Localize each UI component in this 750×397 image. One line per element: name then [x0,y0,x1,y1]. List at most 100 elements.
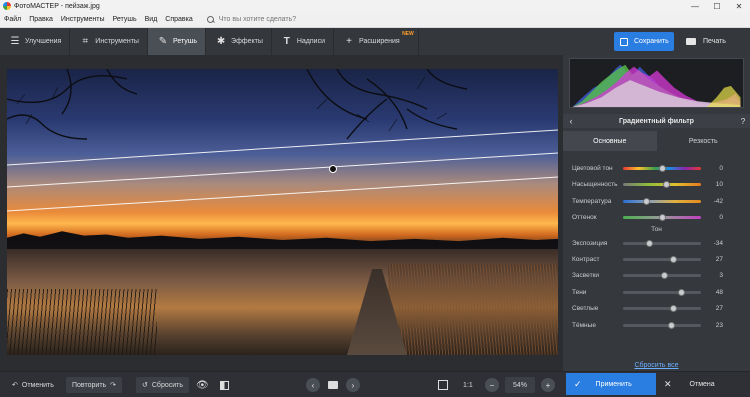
magic-wand-icon: ✱ [216,35,226,47]
slider-knob[interactable] [677,289,685,296]
slider-track[interactable] [623,181,701,188]
tab-label: Расширения [359,38,400,45]
slider-knob[interactable] [645,240,653,247]
slider-row: Тёмные 23 [563,317,750,333]
search-input[interactable] [218,16,359,23]
slider-knob[interactable] [659,214,666,221]
slider-track[interactable] [623,214,701,221]
maximize-icon[interactable]: ☐ [706,0,728,12]
slider-track[interactable] [623,289,701,296]
next-image-icon[interactable]: › [346,378,360,392]
panel-title: Градиентный фильтр [619,117,694,125]
slider-label: Цветовой тон [572,164,613,172]
slider-row: Светлые 27 [563,300,750,316]
plus-icon: + [346,35,352,47]
undo-icon: ↶ [12,382,18,389]
menu-edit[interactable]: Правка [29,16,53,23]
tab-retouch[interactable]: ✎ Ретушь [147,28,207,55]
apply-label: Применить [595,380,632,388]
menu-retouch[interactable]: Ретушь [113,16,137,23]
menu-tools[interactable]: Инструменты [61,16,105,23]
slider-value: 0 [719,213,723,221]
help-icon[interactable]: ? [736,117,750,126]
slider-track[interactable] [623,256,701,263]
zoom-1to1-button[interactable]: 1:1 [463,377,473,393]
back-arrow-icon[interactable]: ‹ [565,116,577,126]
menu-file[interactable]: Файл [4,16,21,23]
preview-toggle[interactable]: 👁 [196,377,209,393]
slider-row: Насыщенность 10 [563,176,750,192]
menu-help[interactable]: Справка [165,16,192,23]
slider-knob[interactable] [642,198,650,205]
tab-extensions[interactable]: + Расширения NEW [334,28,419,55]
save-button[interactable]: Сохранить [614,32,674,51]
close-icon[interactable]: ✕ [728,0,750,12]
sliders-icon: ☰ [10,35,20,47]
image-navigator: ‹ › [306,377,360,393]
slider-track[interactable] [623,198,701,205]
slider-track[interactable] [623,165,701,172]
redo-button[interactable]: Повторить ↷ [66,377,123,393]
title-bar: ФотоМАСТЕР - пейзаж.jpg — ☐ ✕ [0,0,750,12]
compare-toggle[interactable] [220,377,229,393]
slider-track[interactable] [623,240,701,247]
slider-value: 0 [719,164,723,172]
slider-track[interactable] [623,305,701,312]
slider-value: 3 [719,271,723,279]
print-button[interactable]: Печать [680,32,744,51]
slider-track[interactable] [623,272,701,279]
reset-label: Сбросить [151,381,183,389]
zoom-in-icon[interactable]: + [541,378,556,392]
apply-button[interactable]: ✓ Применить [566,373,656,395]
brush-icon: ✎ [158,35,168,47]
minimize-icon[interactable]: — [684,0,706,12]
slider-knob[interactable] [662,181,670,188]
zoom-out-icon[interactable]: − [485,378,499,392]
tab-text[interactable]: T Надписи [272,28,335,55]
close-x-icon: ✕ [664,378,672,389]
slider-knob[interactable] [669,305,677,312]
reset-all-link[interactable]: Сбросить все [563,362,750,369]
slider-label: Температура [572,197,612,205]
slider-row: Оттенок 0 [563,209,750,225]
slider-label: Экспозиция [572,239,608,247]
menu-view[interactable]: Вид [145,16,158,23]
undo-button[interactable]: ↶ Отменить [6,377,60,393]
fit-screen-button[interactable] [438,377,448,393]
compare-icon [220,380,229,390]
new-badge: NEW [402,31,414,37]
zoom-1to1-label: 1:1 [463,381,473,389]
zoom-value[interactable]: 54% [505,377,536,393]
slider-knob[interactable] [669,256,677,263]
cancel-label: Отмена [689,380,715,388]
tab-effects[interactable]: ✱ Эффекты [206,28,272,55]
tab-label: Инструменты [95,38,139,45]
subtab-sharpness[interactable]: Резкость [657,131,750,151]
tab-label: Надписи [296,38,326,45]
tab-tools[interactable]: ⌗ Инструменты [70,28,148,55]
slider-label: Контраст [572,255,600,263]
photo-canvas[interactable] [7,69,558,355]
prev-image-icon[interactable]: ‹ [306,378,320,392]
reset-button[interactable]: ↺ Сбросить [136,377,189,393]
folder-icon[interactable] [328,381,338,389]
slider-label: Тени [572,288,587,296]
slider-track[interactable] [623,322,701,329]
eye-icon: 👁 [196,379,209,391]
text-icon: T [283,35,290,47]
slider-knob[interactable] [668,322,676,329]
slider-label: Насыщенность [572,180,618,188]
tab-enhance[interactable]: ☰ Улучшения [0,28,71,55]
slider-label: Светлые [572,304,599,312]
canvas-area [0,55,563,371]
slider-knob[interactable] [659,165,666,172]
cancel-button[interactable]: ✕ Отмена [660,373,748,395]
subtab-basic[interactable]: Основные [563,131,657,151]
print-label: Печать [703,38,726,45]
undo-label: Отменить [21,381,54,389]
gradient-filter-guides[interactable] [7,69,558,355]
slider-row: Цветовой тон 0 [563,160,750,176]
slider-knob[interactable] [660,272,668,279]
tab-label: Улучшения [25,38,62,45]
slider-value: -42 [713,197,723,205]
